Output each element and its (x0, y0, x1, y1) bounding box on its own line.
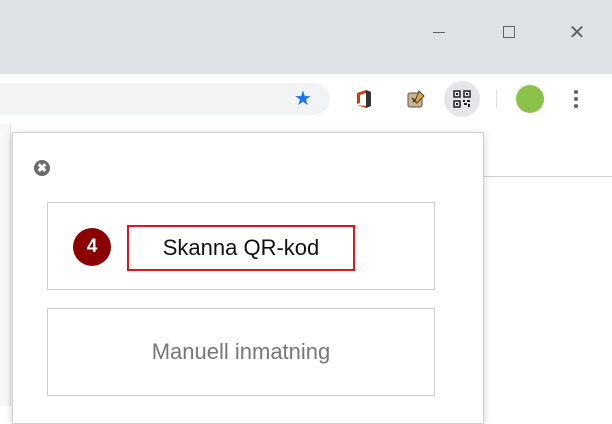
qr-code-icon (453, 90, 471, 108)
page-divider-line (484, 176, 612, 177)
maximize-button[interactable] (486, 14, 532, 50)
scan-qr-option[interactable]: 4 Skanna QR-kod (47, 202, 435, 290)
minimize-button[interactable] (416, 14, 462, 50)
qr-extension-button[interactable] (444, 81, 480, 117)
browser-toolbar: ★ (0, 74, 612, 124)
scan-qr-button[interactable]: Skanna QR-kod (127, 225, 355, 271)
more-menu-button[interactable] (566, 87, 586, 111)
minimize-icon (433, 31, 445, 33)
popup-close-button[interactable]: ✖ (34, 160, 50, 176)
popup-close-icon: ✖ (36, 161, 48, 175)
toolbar-separator (496, 90, 497, 108)
close-icon: ✕ (568, 21, 586, 44)
extension-popup: ✖ 4 Skanna QR-kod Manuell inmatning (12, 132, 484, 424)
manual-entry-label: Manuell inmatning (151, 339, 331, 364)
step-number-badge: 4 (73, 228, 111, 266)
clipboard-extension-button[interactable] (404, 87, 428, 111)
more-vert-icon (574, 90, 578, 108)
bookmark-star-icon[interactable]: ★ (294, 83, 312, 115)
office-icon (357, 90, 371, 108)
profile-icon[interactable] (516, 85, 544, 113)
manual-entry-option[interactable]: Manuell inmatning (47, 308, 435, 396)
address-bar[interactable]: ★ (0, 83, 330, 115)
window-close-button[interactable]: ✕ (554, 14, 600, 50)
office-extension-button[interactable] (352, 87, 376, 111)
window-titlebar: ✕ (0, 0, 612, 74)
maximize-icon (503, 26, 515, 38)
page-left-edge (0, 124, 11, 406)
clipboard-tool-icon (407, 90, 425, 108)
